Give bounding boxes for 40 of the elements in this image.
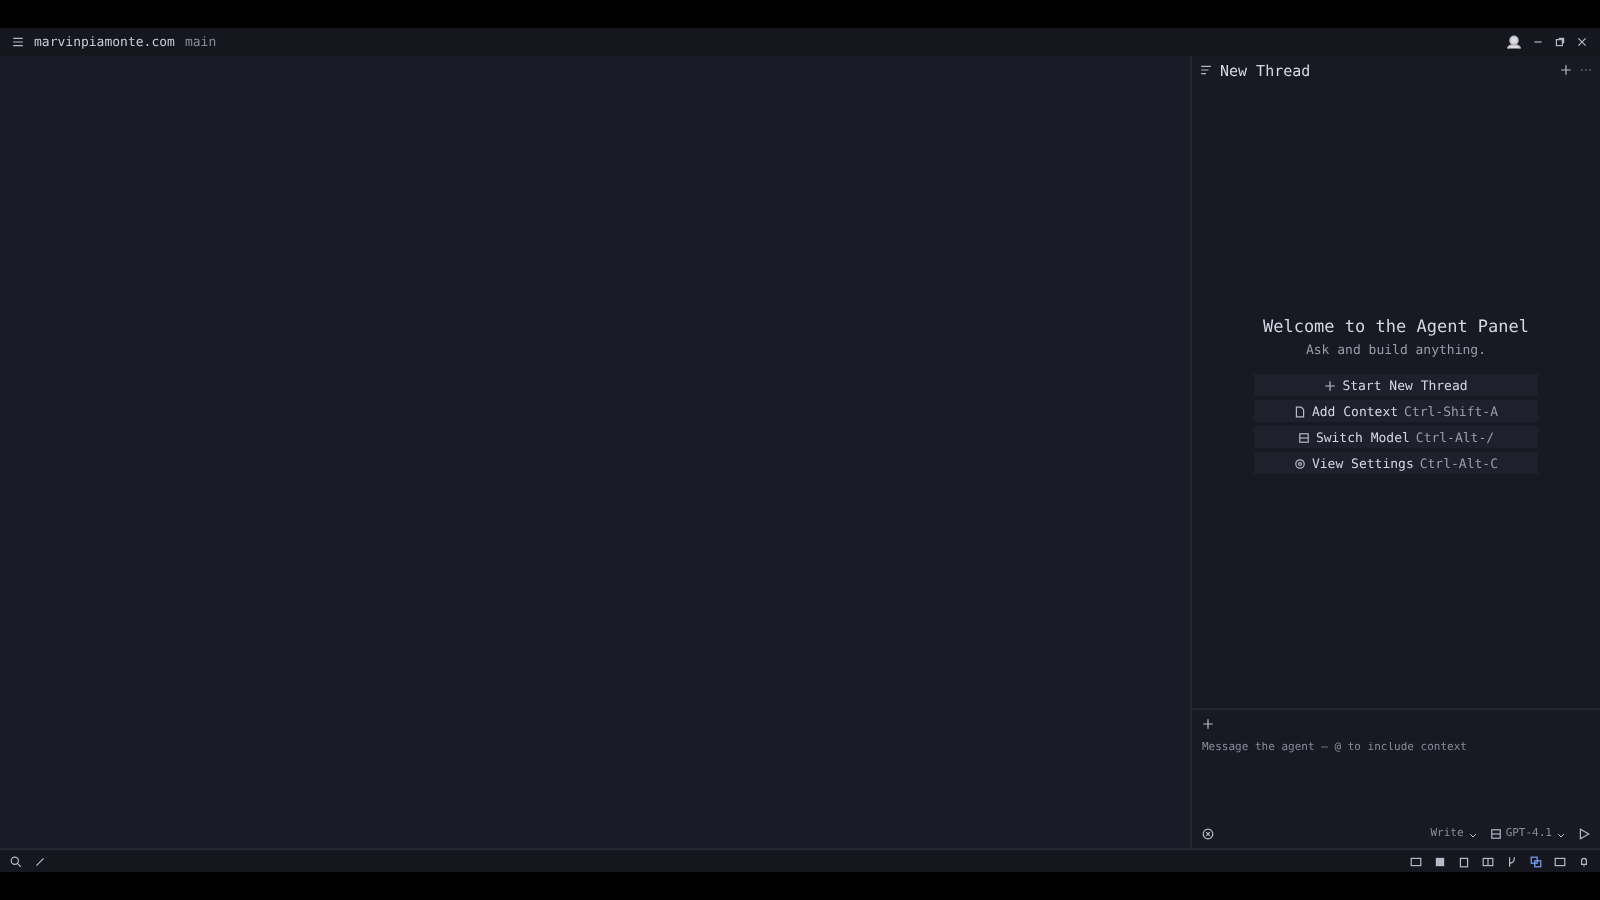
send-icon (1578, 828, 1590, 840)
panel-icon (1410, 855, 1422, 867)
bell-icon (1578, 855, 1590, 867)
send-button[interactable] (1578, 828, 1590, 840)
minimize-icon (1532, 36, 1544, 48)
new-thread-button[interactable] (1560, 64, 1572, 76)
toolbar-button[interactable] (1506, 855, 1518, 867)
restore-icon (1554, 36, 1566, 48)
square-icon (1434, 855, 1446, 867)
menu-icon[interactable] (12, 36, 24, 48)
history-button[interactable] (1202, 828, 1214, 840)
more-icon (1580, 64, 1592, 76)
toolbar-button[interactable] (1410, 855, 1422, 867)
plus-icon (1324, 379, 1337, 391)
menu-glyph-icon (12, 36, 24, 48)
search-button[interactable] (10, 855, 22, 867)
circle-x-icon (1202, 828, 1214, 840)
minimize-button[interactable] (1532, 36, 1544, 48)
list-icon (1200, 64, 1212, 76)
branch-icon (1506, 855, 1518, 867)
welcome-title: Welcome to the Agent Panel (1262, 318, 1530, 338)
more-button[interactable] (1580, 64, 1592, 76)
close-button[interactable] (1576, 36, 1588, 48)
pencil-icon (34, 855, 46, 867)
columns-icon (1482, 855, 1494, 867)
cube-icon (1489, 828, 1502, 840)
plus-icon (1202, 718, 1214, 730)
edit-button[interactable] (34, 855, 46, 867)
file-icon (1293, 405, 1306, 417)
cube-icon (1297, 431, 1310, 443)
avatar-icon (1506, 34, 1522, 50)
restore-button[interactable] (1554, 36, 1566, 48)
toolbar-button[interactable] (1482, 855, 1494, 867)
plus-icon (1560, 64, 1572, 76)
search-icon (10, 855, 22, 867)
notification-button[interactable] (1578, 855, 1590, 867)
gear-icon (1293, 457, 1306, 469)
close-icon (1576, 36, 1588, 48)
toolbar-button[interactable] (1434, 855, 1446, 867)
account-icon[interactable] (1506, 34, 1522, 50)
